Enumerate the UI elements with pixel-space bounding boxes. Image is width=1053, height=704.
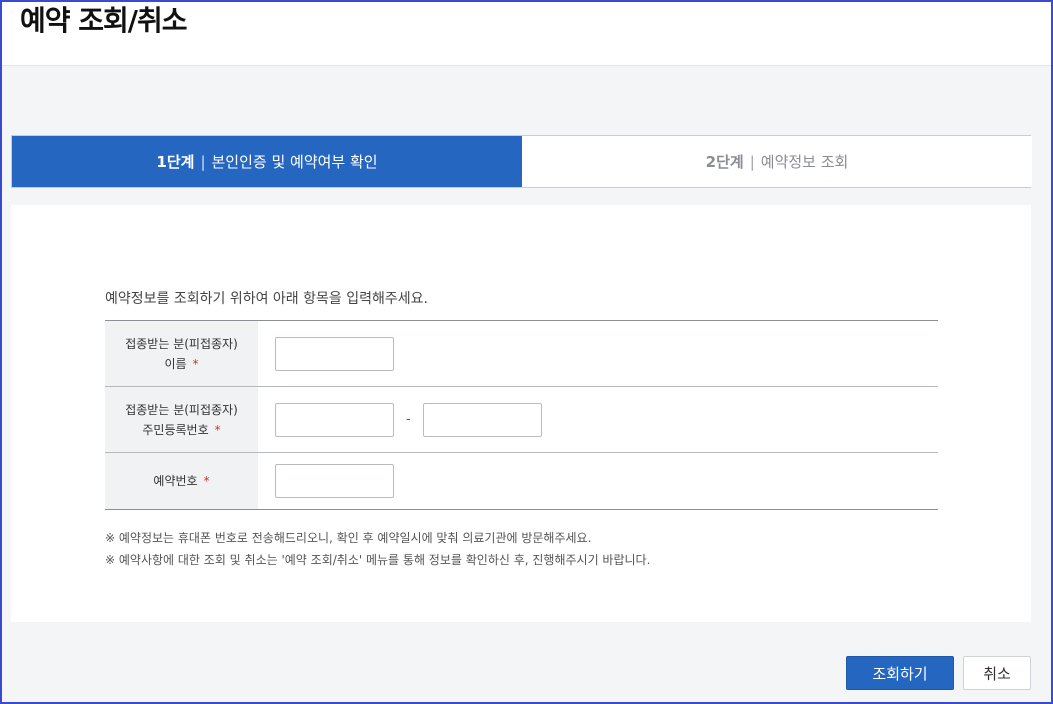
name-input[interactable] xyxy=(275,336,394,371)
rrn-label-line2: 주민등록번호 xyxy=(142,422,209,437)
cancel-button[interactable]: 취소 xyxy=(963,656,1031,690)
step-indicator: 1단계 | 본인인증 및 예약여부 확인 2단계 | 예약정보 조회 xyxy=(11,135,1032,188)
name-label-line2-wrap: 이름 * xyxy=(164,354,198,374)
name-label-line1: 접종받는 분(피접종자) xyxy=(125,336,238,351)
reservation-number-label-text: 예약번호 xyxy=(153,474,198,488)
rrn-back-input[interactable] xyxy=(422,402,542,437)
form-intro-text: 예약정보를 조회하기 위하여 아래 항목을 입력해주세요. xyxy=(105,291,428,307)
reservation-number-label: 예약번호 * xyxy=(105,453,258,509)
search-button[interactable]: 조회하기 xyxy=(846,656,954,690)
step-1-tab: 1단계 | 본인인증 및 예약여부 확인 xyxy=(12,136,522,187)
notice-list: ※ 예약정보는 휴대폰 번호로 전송해드리오니, 확인 후 예약일시에 맞춰 의… xyxy=(105,527,650,571)
page-header: 예약 조회/취소 xyxy=(2,2,1051,66)
reservation-number-input[interactable] xyxy=(275,464,394,498)
step-1-label: 본인인증 및 예약여부 확인 xyxy=(211,153,378,171)
reservation-label-wrap: 예약번호 * xyxy=(153,471,209,491)
name-label-line2: 이름 xyxy=(164,356,187,371)
rrn-front-input[interactable] xyxy=(275,402,394,437)
required-marker: * xyxy=(203,474,210,488)
step-2-tab: 2단계 | 예약정보 조회 xyxy=(522,136,1032,187)
verification-card: 예약정보를 조회하기 위하여 아래 항목을 입력해주세요. 접종받는 분(피접종… xyxy=(11,205,1031,622)
required-marker: * xyxy=(192,356,199,371)
form-row-name: 접종받는 분(피접종자) 이름 * xyxy=(105,321,938,387)
step-2-number: 2단계 xyxy=(705,153,744,171)
required-marker: * xyxy=(214,422,221,437)
page-title: 예약 조회/취소 xyxy=(20,4,188,37)
reservation-number-field-cell xyxy=(258,453,938,509)
step-2-label: 예약정보 조회 xyxy=(760,153,849,171)
form-row-rrn: 접종받는 분(피접종자) 주민등록번호 * - xyxy=(105,387,938,453)
form-row-reservation-number: 예약번호 * xyxy=(105,453,938,510)
name-field-cell xyxy=(258,321,938,386)
step-1-separator: | xyxy=(200,152,206,171)
rrn-dash: - xyxy=(406,412,411,427)
rrn-label: 접종받는 분(피접종자) 주민등록번호 * xyxy=(105,387,258,452)
verification-form: 접종받는 분(피접종자) 이름 * 접종받는 분(피접종자) 주민등록번호 * - xyxy=(105,320,938,510)
step-2-separator: | xyxy=(749,152,755,171)
notice-item: ※ 예약사항에 대한 조회 및 취소는 '예약 조회/취소' 메뉴를 통해 정보… xyxy=(105,553,651,567)
rrn-label-line2-wrap: 주민등록번호 * xyxy=(142,420,220,440)
rrn-label-line1: 접종받는 분(피접종자) xyxy=(125,402,238,417)
notice-item: ※ 예약정보는 휴대폰 번호로 전송해드리오니, 확인 후 예약일시에 맞춰 의… xyxy=(105,531,592,545)
rrn-field-cell: - xyxy=(258,387,938,452)
step-1-number: 1단계 xyxy=(156,153,195,171)
name-label: 접종받는 분(피접종자) 이름 * xyxy=(105,321,258,386)
